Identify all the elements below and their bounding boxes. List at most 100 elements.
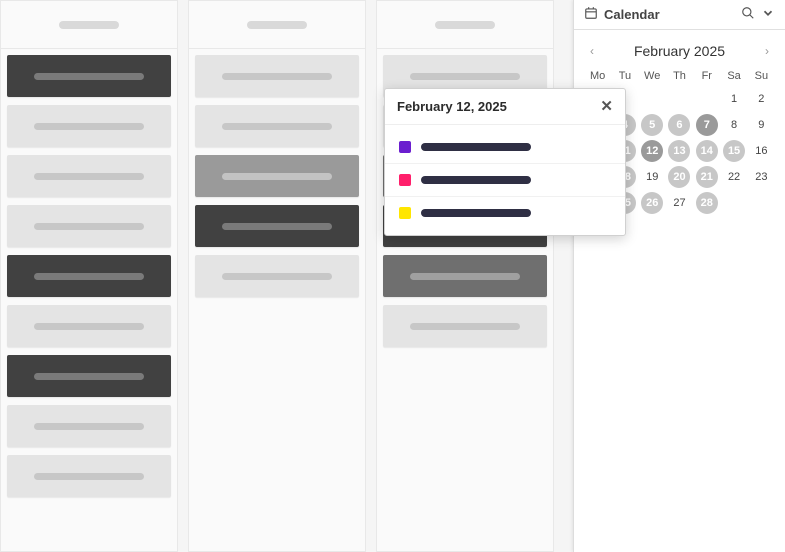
board-card[interactable]: [7, 55, 171, 97]
calendar-dow: We: [639, 66, 666, 86]
board-column: [0, 0, 178, 552]
board-card[interactable]: [7, 255, 171, 297]
calendar-day[interactable]: 1: [723, 88, 745, 110]
popover-title: February 12, 2025: [397, 99, 507, 114]
placeholder-bar: [222, 273, 332, 280]
board-card[interactable]: [7, 205, 171, 247]
calendar-cell: 5: [639, 112, 666, 138]
board-card[interactable]: [195, 255, 359, 297]
placeholder-bar: [34, 423, 144, 430]
board-column: [376, 0, 554, 552]
placeholder-bar: [59, 21, 119, 29]
calendar-day[interactable]: 7: [696, 114, 718, 136]
board-card[interactable]: [7, 155, 171, 197]
placeholder-bar: [34, 273, 144, 280]
popover-event-item[interactable]: [385, 131, 625, 164]
placeholder-bar: [421, 143, 531, 151]
placeholder-bar: [34, 373, 144, 380]
calendar-dow: Fr: [693, 66, 720, 86]
color-swatch: [399, 141, 411, 153]
calendar-day[interactable]: 16: [750, 140, 772, 162]
board-card[interactable]: [195, 55, 359, 97]
board-card[interactable]: [7, 105, 171, 147]
calendar-cell: 8: [720, 112, 747, 138]
close-icon[interactable]: ✕: [600, 99, 613, 114]
board-card[interactable]: [195, 205, 359, 247]
placeholder-bar: [34, 173, 144, 180]
board-card[interactable]: [7, 405, 171, 447]
month-title: February 2025: [634, 43, 725, 59]
popover-body: [385, 125, 625, 235]
calendar-day[interactable]: 19: [641, 166, 663, 188]
board-card[interactable]: [383, 305, 547, 347]
calendar-day[interactable]: 12: [641, 140, 663, 162]
calendar-day[interactable]: 2: [750, 88, 772, 110]
calendar-cell: 20: [666, 164, 693, 190]
board-card[interactable]: [7, 305, 171, 347]
search-icon[interactable]: [741, 6, 755, 23]
calendar-cell: [748, 190, 775, 216]
calendar-cell: 12: [639, 138, 666, 164]
calendar-day[interactable]: 14: [696, 140, 718, 162]
board-column: [188, 0, 366, 552]
board-card[interactable]: [195, 155, 359, 197]
placeholder-bar: [34, 123, 144, 130]
calendar-day[interactable]: 28: [696, 192, 718, 214]
placeholder-bar: [247, 21, 307, 29]
calendar-cell: 23: [748, 164, 775, 190]
calendar-day[interactable]: 13: [668, 140, 690, 162]
placeholder-bar: [34, 223, 144, 230]
calendar-cell: 9: [748, 112, 775, 138]
calendar-cell: 6: [666, 112, 693, 138]
placeholder-bar: [410, 73, 520, 80]
placeholder-bar: [410, 273, 520, 280]
calendar-day[interactable]: 21: [696, 166, 718, 188]
placeholder-bar: [435, 21, 495, 29]
sidebar-header: Calendar: [574, 0, 785, 30]
prev-month-button[interactable]: ‹: [586, 40, 598, 62]
calendar-day[interactable]: 23: [750, 166, 772, 188]
calendar-day[interactable]: 20: [668, 166, 690, 188]
calendar-dow: Th: [666, 66, 693, 86]
placeholder-bar: [421, 209, 531, 217]
column-header: [1, 1, 177, 49]
calendar-day[interactable]: 9: [750, 114, 772, 136]
calendar-day[interactable]: 8: [723, 114, 745, 136]
placeholder-bar: [421, 176, 531, 184]
calendar-cell: 2: [748, 86, 775, 112]
calendar-cell: 13: [666, 138, 693, 164]
placeholder-bar: [34, 73, 144, 80]
board-card[interactable]: [7, 455, 171, 497]
calendar-day[interactable]: 26: [641, 192, 663, 214]
board-card[interactable]: [195, 105, 359, 147]
calendar-day[interactable]: 27: [668, 192, 690, 214]
calendar-cell: 14: [693, 138, 720, 164]
calendar-cell: [693, 86, 720, 112]
calendar-day[interactable]: 5: [641, 114, 663, 136]
calendar-day[interactable]: 22: [723, 166, 745, 188]
board-card[interactable]: [383, 255, 547, 297]
calendar-sidebar: Calendar ‹ February 2025 › MoTuWeThFrSaS…: [573, 0, 785, 552]
popover-event-item[interactable]: [385, 164, 625, 197]
calendar-cell: 27: [666, 190, 693, 216]
next-month-button[interactable]: ›: [761, 40, 773, 62]
placeholder-bar: [222, 173, 332, 180]
board-main: [0, 0, 570, 552]
placeholder-bar: [34, 323, 144, 330]
calendar-nav: ‹ February 2025 ›: [574, 30, 785, 66]
calendar-day[interactable]: 6: [668, 114, 690, 136]
column-header: [189, 1, 365, 49]
column-body: [1, 49, 177, 503]
calendar-cell: [666, 86, 693, 112]
calendar-cell: 16: [748, 138, 775, 164]
popover-event-item[interactable]: [385, 197, 625, 229]
day-popover: February 12, 2025 ✕: [384, 88, 626, 236]
column-header: [377, 1, 553, 49]
board-card[interactable]: [7, 355, 171, 397]
calendar-cell: 15: [720, 138, 747, 164]
calendar-dow: Su: [748, 66, 775, 86]
sidebar-title: Calendar: [604, 7, 660, 22]
chevron-down-icon[interactable]: [761, 6, 775, 23]
calendar-dow: Tu: [611, 66, 638, 86]
calendar-day[interactable]: 15: [723, 140, 745, 162]
